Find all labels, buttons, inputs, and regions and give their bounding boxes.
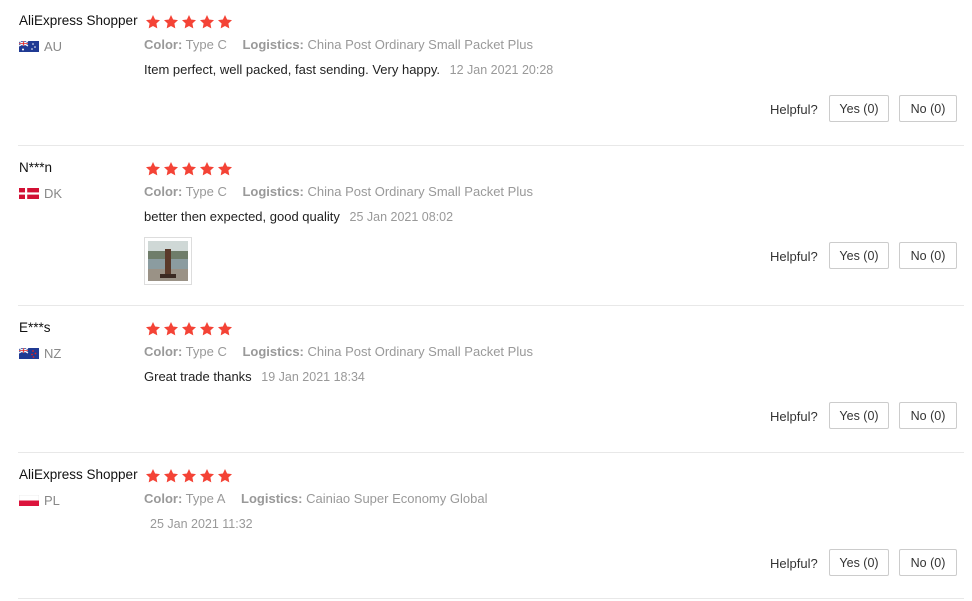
rating-stars [145,321,233,337]
review-text-row: Item perfect, well packed, fast sending.… [144,62,553,77]
review-text: better then expected, good quality [144,209,340,224]
logistics-label: Logistics: [242,37,304,52]
helpful-no-button[interactable]: No (0) [899,95,957,122]
color-label: Color: [144,184,183,199]
star-icon [199,14,215,30]
color-value: Type C [185,37,227,52]
color-value: Type C [185,184,227,199]
logistics-value: China Post Ordinary Small Packet Plus [307,344,533,359]
color-label: Color: [144,37,183,52]
review-text: Item perfect, well packed, fast sending.… [144,62,441,77]
helpful-no-button[interactable]: No (0) [899,402,957,429]
review-text-row: better then expected, good quality 25 Ja… [144,209,453,224]
logistics-label: Logistics: [241,491,303,506]
helpful-label: Helpful? [770,102,818,117]
order-info: Color: Type A Logistics: Cainiao Super E… [144,491,487,506]
review-item: AliExpress Shopper AU Color: Type C Logi… [18,0,964,146]
review-item: N***n DK Color: Type C Logistics: China … [18,145,964,306]
buyer-country: AU [19,39,62,54]
country-code: AU [44,39,63,54]
helpful-label: Helpful? [770,409,818,424]
star-icon [163,468,179,484]
buyer-name: N***n [19,160,53,175]
color-value: Type C [185,344,227,359]
color-label: Color: [144,344,183,359]
logistics-value: China Post Ordinary Small Packet Plus [307,184,533,199]
star-icon [163,14,179,30]
poland-flag-icon [19,495,39,506]
star-icon [181,161,197,177]
star-icon [217,161,233,177]
australia-flag-icon [19,41,39,52]
buyer-name: E***s [19,320,51,335]
logistics-value: China Post Ordinary Small Packet Plus [307,37,533,52]
color-label: Color: [144,491,183,506]
star-icon [217,321,233,337]
star-icon [145,161,161,177]
helpful-yes-button[interactable]: Yes (0) [829,549,889,576]
order-info: Color: Type C Logistics: China Post Ordi… [144,344,533,359]
helpful-no-button[interactable]: No (0) [899,242,957,269]
review-text: Great trade thanks [144,369,252,384]
star-icon [217,468,233,484]
review-item: AliExpress Shopper PL Color: Type A Logi… [18,452,964,599]
logistics-label: Logistics: [242,184,304,199]
review-date: 25 Jan 2021 11:32 [150,517,253,531]
review-photo-image [148,241,188,281]
country-code: DK [44,186,63,201]
review-item: E***s NZ Color: Type C Logistics: China … [18,305,964,453]
helpful-no-button[interactable]: No (0) [899,549,957,576]
star-icon [163,161,179,177]
helpful-yes-button[interactable]: Yes (0) [829,402,889,429]
review-date: 19 Jan 2021 18:34 [261,370,365,384]
helpful-yes-button[interactable]: Yes (0) [829,95,889,122]
color-value: Type A [185,491,226,506]
star-icon [199,321,215,337]
review-date: 25 Jan 2021 08:02 [349,210,454,224]
star-icon [181,468,197,484]
star-icon [199,161,215,177]
logistics-value: Cainiao Super Economy Global [306,491,488,506]
star-icon [145,321,161,337]
helpful-label: Helpful? [770,556,818,571]
country-code: PL [44,493,60,508]
helpful-yes-button[interactable]: Yes (0) [829,242,889,269]
rating-stars [145,468,233,484]
denmark-flag-icon [19,188,39,199]
star-icon [181,321,197,337]
review-text-row: 25 Jan 2021 11:32 [144,516,253,531]
star-icon [145,468,161,484]
rating-stars [145,14,233,30]
star-icon [163,321,179,337]
country-code: NZ [44,346,62,361]
review-date: 12 Jan 2021 20:28 [449,63,554,77]
rating-stars [145,161,233,177]
buyer-name: AliExpress Shopper [19,467,138,482]
buyer-country: DK [19,186,62,201]
order-info: Color: Type C Logistics: China Post Ordi… [144,37,533,52]
buyer-name: AliExpress Shopper [19,13,138,28]
logistics-label: Logistics: [242,344,304,359]
review-text-row: Great trade thanks 19 Jan 2021 18:34 [144,369,365,384]
buyer-country: NZ [19,346,61,361]
star-icon [181,14,197,30]
buyer-country: PL [19,493,60,508]
star-icon [217,14,233,30]
order-info: Color: Type C Logistics: China Post Ordi… [144,184,533,199]
helpful-label: Helpful? [770,249,818,264]
new-zealand-flag-icon [19,348,39,359]
review-photo-thumbnail[interactable] [144,237,192,285]
star-icon [145,14,161,30]
star-icon [199,468,215,484]
